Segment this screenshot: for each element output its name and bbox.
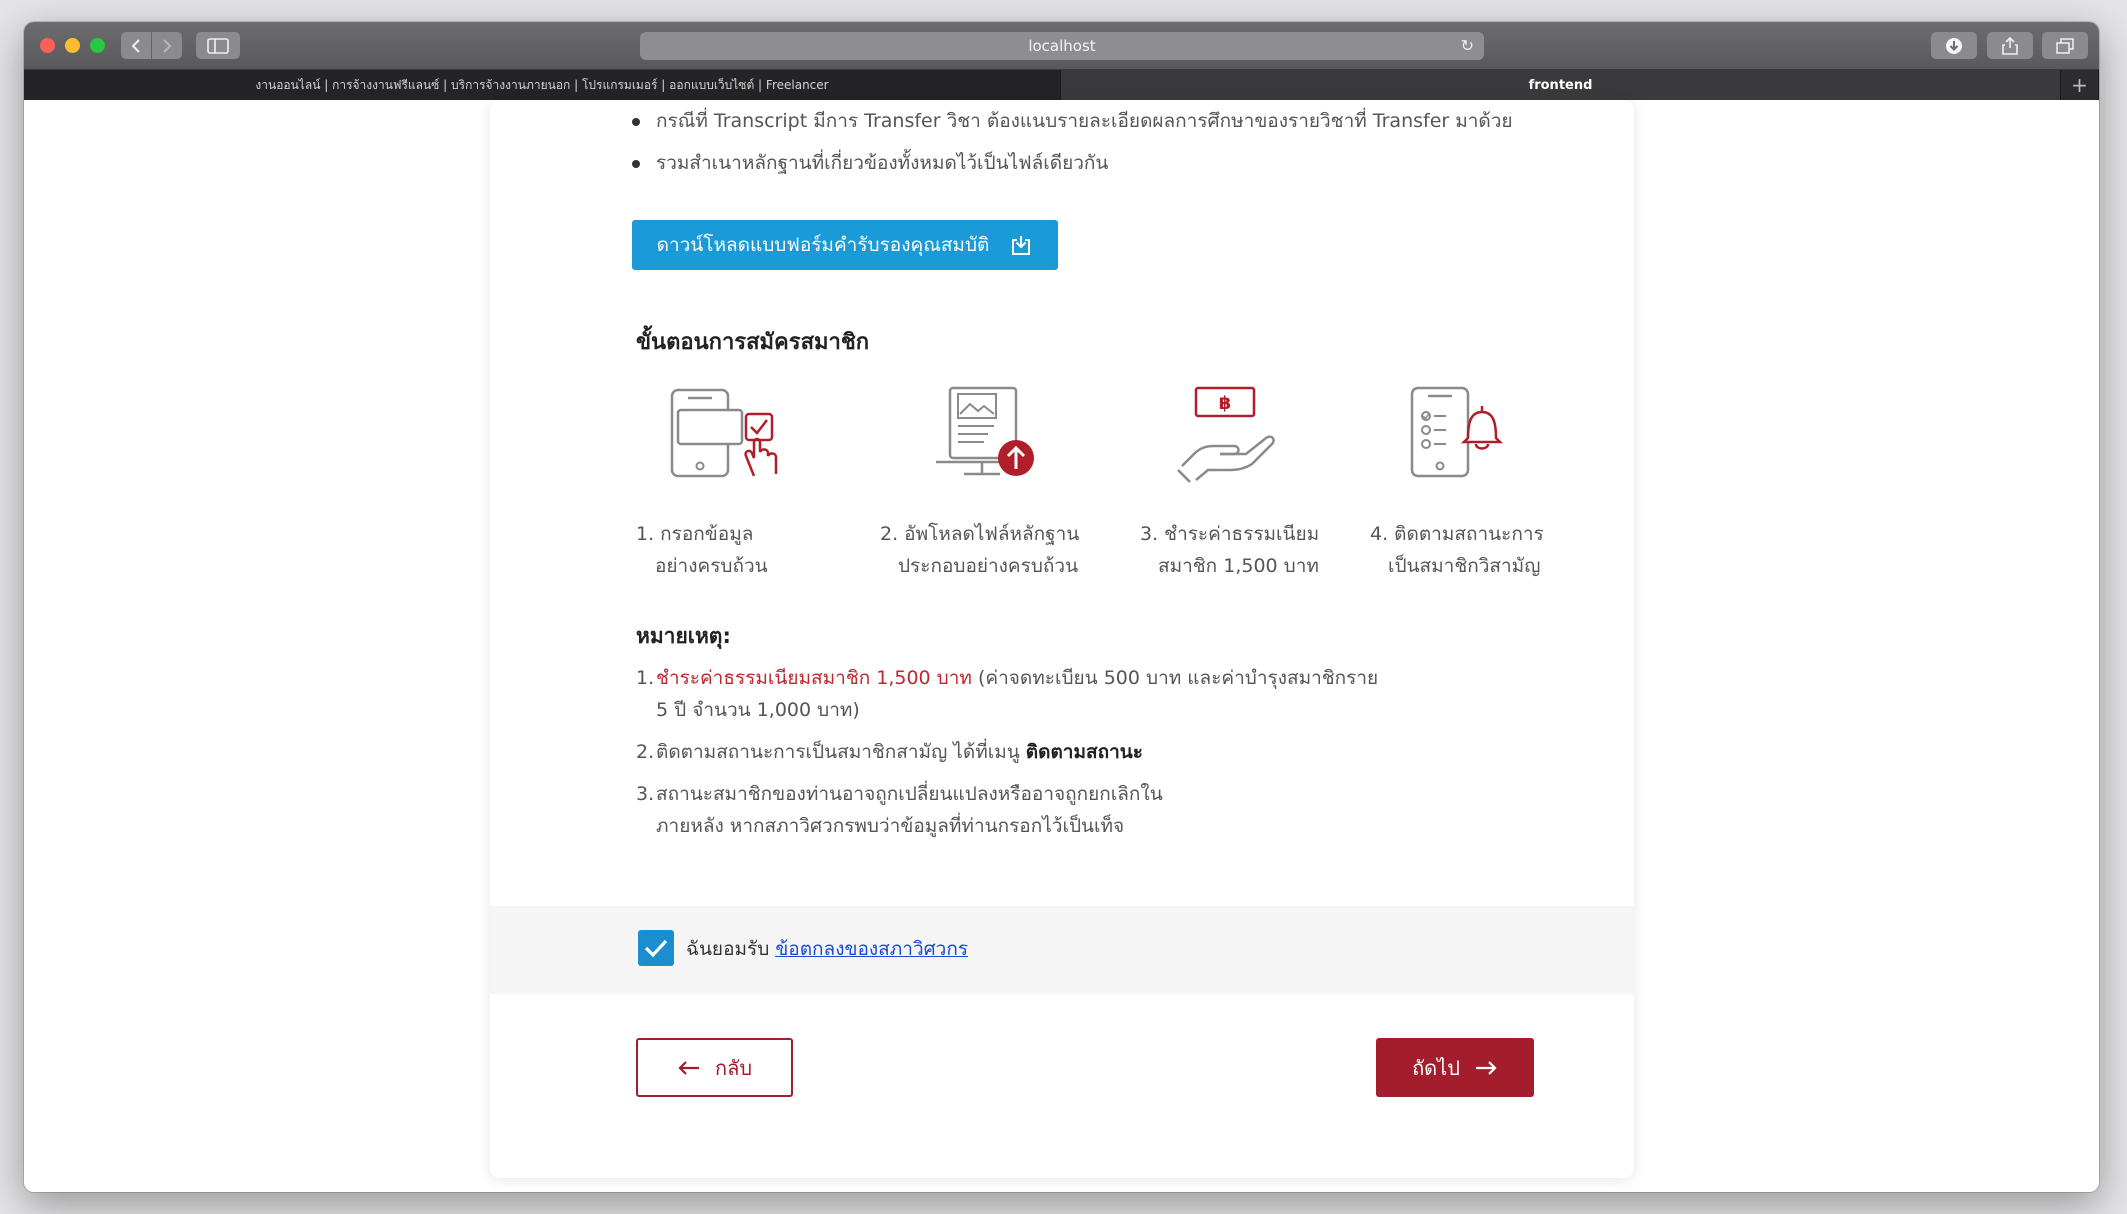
browser-titlebar: localhost ↻: [24, 22, 2099, 70]
note-body: ชำระค่าธรรมเนียมสมาชิก 1,500 บาท (ค่าจดท…: [656, 662, 1396, 726]
browser-window: localhost ↻ งานออนไลน์ | การจ้างงานฟรีแล…: [24, 22, 2099, 1192]
list-item: 3. สถานะสมาชิกของท่านอาจถูกเปลี่ยนแปลงหร…: [636, 778, 1196, 842]
tab-label: งานออนไลน์ | การจ้างงานฟรีแลนซ์ | บริการ…: [255, 77, 829, 92]
new-tab-button[interactable]: +: [2061, 70, 2099, 100]
step-label-line2: อย่างครบถ้วน: [655, 555, 768, 577]
browser-tabbar: งานออนไลน์ | การจ้างงานฟรีแลนซ์ | บริการ…: [24, 70, 2099, 100]
back-nav-button[interactable]: [121, 32, 151, 59]
steps-title: ขั้นตอนการสมัครสมาชิก: [636, 330, 870, 355]
reload-icon[interactable]: ↻: [1461, 36, 1474, 55]
tab-freelancer[interactable]: งานออนไลน์ | การจ้างงานฟรีแลนซ์ | บริการ…: [24, 70, 1061, 100]
download-form-label: ดาวน์โหลดแบบฟอร์มคำรับรองคุณสมบัติ: [656, 234, 990, 256]
form-fill-icon: [670, 388, 778, 478]
chevron-left-icon: [131, 38, 140, 53]
chevron-right-icon: [163, 38, 172, 53]
track-status-menu-name: ติดตามสถานะ: [1025, 741, 1143, 763]
tab-overview-button[interactable]: [2042, 32, 2088, 59]
zoom-window-button[interactable]: [90, 38, 105, 53]
note-body: ติดตามสถานะการเป็นสมาชิกสามัญ ได้ที่เมนู…: [656, 736, 1143, 768]
page-content: กรณีที่ Transcript มีการ Transfer วิชา ต…: [24, 100, 2099, 1192]
payment-hand-icon: ฿: [1177, 386, 1275, 483]
step-label: 4. ติดตามสถานะการ เป็นสมาชิกวิสามัญ: [1370, 518, 1544, 582]
tabs-icon: [2056, 37, 2074, 54]
step-label: 1. กรอกข้อมูล อย่างครบถ้วน: [636, 518, 768, 582]
note-number: 3.: [636, 783, 655, 805]
step-label: 2. อัพโหลดไฟล์หลักฐาน ประกอบอย่างครบถ้วน: [880, 518, 1079, 582]
list-item: 2. ติดตามสถานะการเป็นสมาชิกสามัญ ได้ที่เ…: [636, 736, 1396, 768]
minimize-window-button[interactable]: [65, 38, 80, 53]
agree-checkbox[interactable]: [638, 930, 674, 966]
download-form-button[interactable]: ดาวน์โหลดแบบฟอร์มคำรับรองคุณสมบัติ: [632, 220, 1058, 270]
address-text: localhost: [1028, 37, 1096, 55]
tab-label: frontend: [1528, 77, 1593, 93]
forward-nav-button[interactable]: [152, 32, 182, 59]
share-icon: [2002, 36, 2018, 55]
step-label-line2: สมาชิก 1,500 บาท: [1158, 555, 1319, 577]
list-item: กรณีที่ Transcript มีการ Transfer วิชา ต…: [630, 106, 1513, 148]
download-tray-icon: [1012, 236, 1031, 255]
status-notification-icon: [1410, 386, 1504, 478]
arrow-left-icon: [678, 1060, 699, 1075]
notes-title: หมายเหตุ:: [636, 624, 731, 648]
svg-text:฿: ฿: [1219, 393, 1232, 414]
close-window-button[interactable]: [40, 38, 55, 53]
next-button-label: ถัดไป: [1412, 1055, 1460, 1080]
back-button-label: กลับ: [714, 1055, 753, 1080]
note-number: 2.: [636, 741, 655, 763]
step-label-line1: 3. ชำระค่าธรรมเนียม: [1140, 523, 1320, 545]
sidebar-icon: [207, 37, 229, 54]
tab-frontend[interactable]: frontend: [1061, 70, 2061, 100]
agreement-bar: ฉันยอมรับ ข้อตกลงของสภาวิศวกร: [490, 906, 1634, 994]
requirements-list: กรณีที่ Transcript มีการ Transfer วิชา ต…: [630, 106, 1513, 190]
checkmark-icon: [644, 939, 668, 958]
agreement-text: ฉันยอมรับ: [686, 938, 776, 960]
note-text: สถานะสมาชิกของท่านอาจถูกเปลี่ยนแปลงหรืออ…: [656, 783, 1163, 837]
list-item: รวมสำเนาหลักฐานที่เกี่ยวข้องทั้งหมดไว้เป…: [630, 148, 1513, 190]
step-label-line1: 2. อัพโหลดไฟล์หลักฐาน: [880, 523, 1080, 545]
note-text: ติดตามสถานะการเป็นสมาชิกสามัญ ได้ที่เมนู: [656, 741, 1026, 763]
step-label: 3. ชำระค่าธรรมเนียม สมาชิก 1,500 บาท: [1140, 518, 1319, 582]
arrow-right-icon: [1475, 1060, 1497, 1075]
agreement-label: ฉันยอมรับ ข้อตกลงของสภาวิศวกร: [686, 934, 968, 964]
upload-computer-icon: [936, 386, 1034, 476]
step-label-line2: เป็นสมาชิกวิสามัญ: [1388, 555, 1541, 577]
download-icon: [1946, 37, 1962, 54]
registration-card: กรณีที่ Transcript มีการ Transfer วิชา ต…: [490, 100, 1634, 1178]
share-button[interactable]: [1987, 32, 2033, 59]
downloads-button[interactable]: [1931, 32, 1977, 59]
note-number: 1.: [636, 667, 655, 689]
address-bar[interactable]: localhost ↻: [640, 32, 1484, 60]
step-label-line1: 4. ติดตามสถานะการ: [1370, 523, 1544, 545]
fee-highlight: ชำระค่าธรรมเนียมสมาชิก 1,500 บาท: [656, 667, 972, 689]
terms-link[interactable]: ข้อตกลงของสภาวิศวกร: [775, 938, 968, 960]
step-label-line2: ประกอบอย่างครบถ้วน: [898, 555, 1079, 577]
back-button[interactable]: กลับ: [636, 1038, 793, 1097]
next-button[interactable]: ถัดไป: [1376, 1038, 1534, 1097]
notes-list: 1. ชำระค่าธรรมเนียมสมาชิก 1,500 บาท (ค่า…: [636, 662, 1396, 852]
list-item: 1. ชำระค่าธรรมเนียมสมาชิก 1,500 บาท (ค่า…: [636, 662, 1396, 726]
step-label-line1: 1. กรอกข้อมูล: [636, 523, 754, 545]
sidebar-toggle-button[interactable]: [196, 32, 240, 59]
